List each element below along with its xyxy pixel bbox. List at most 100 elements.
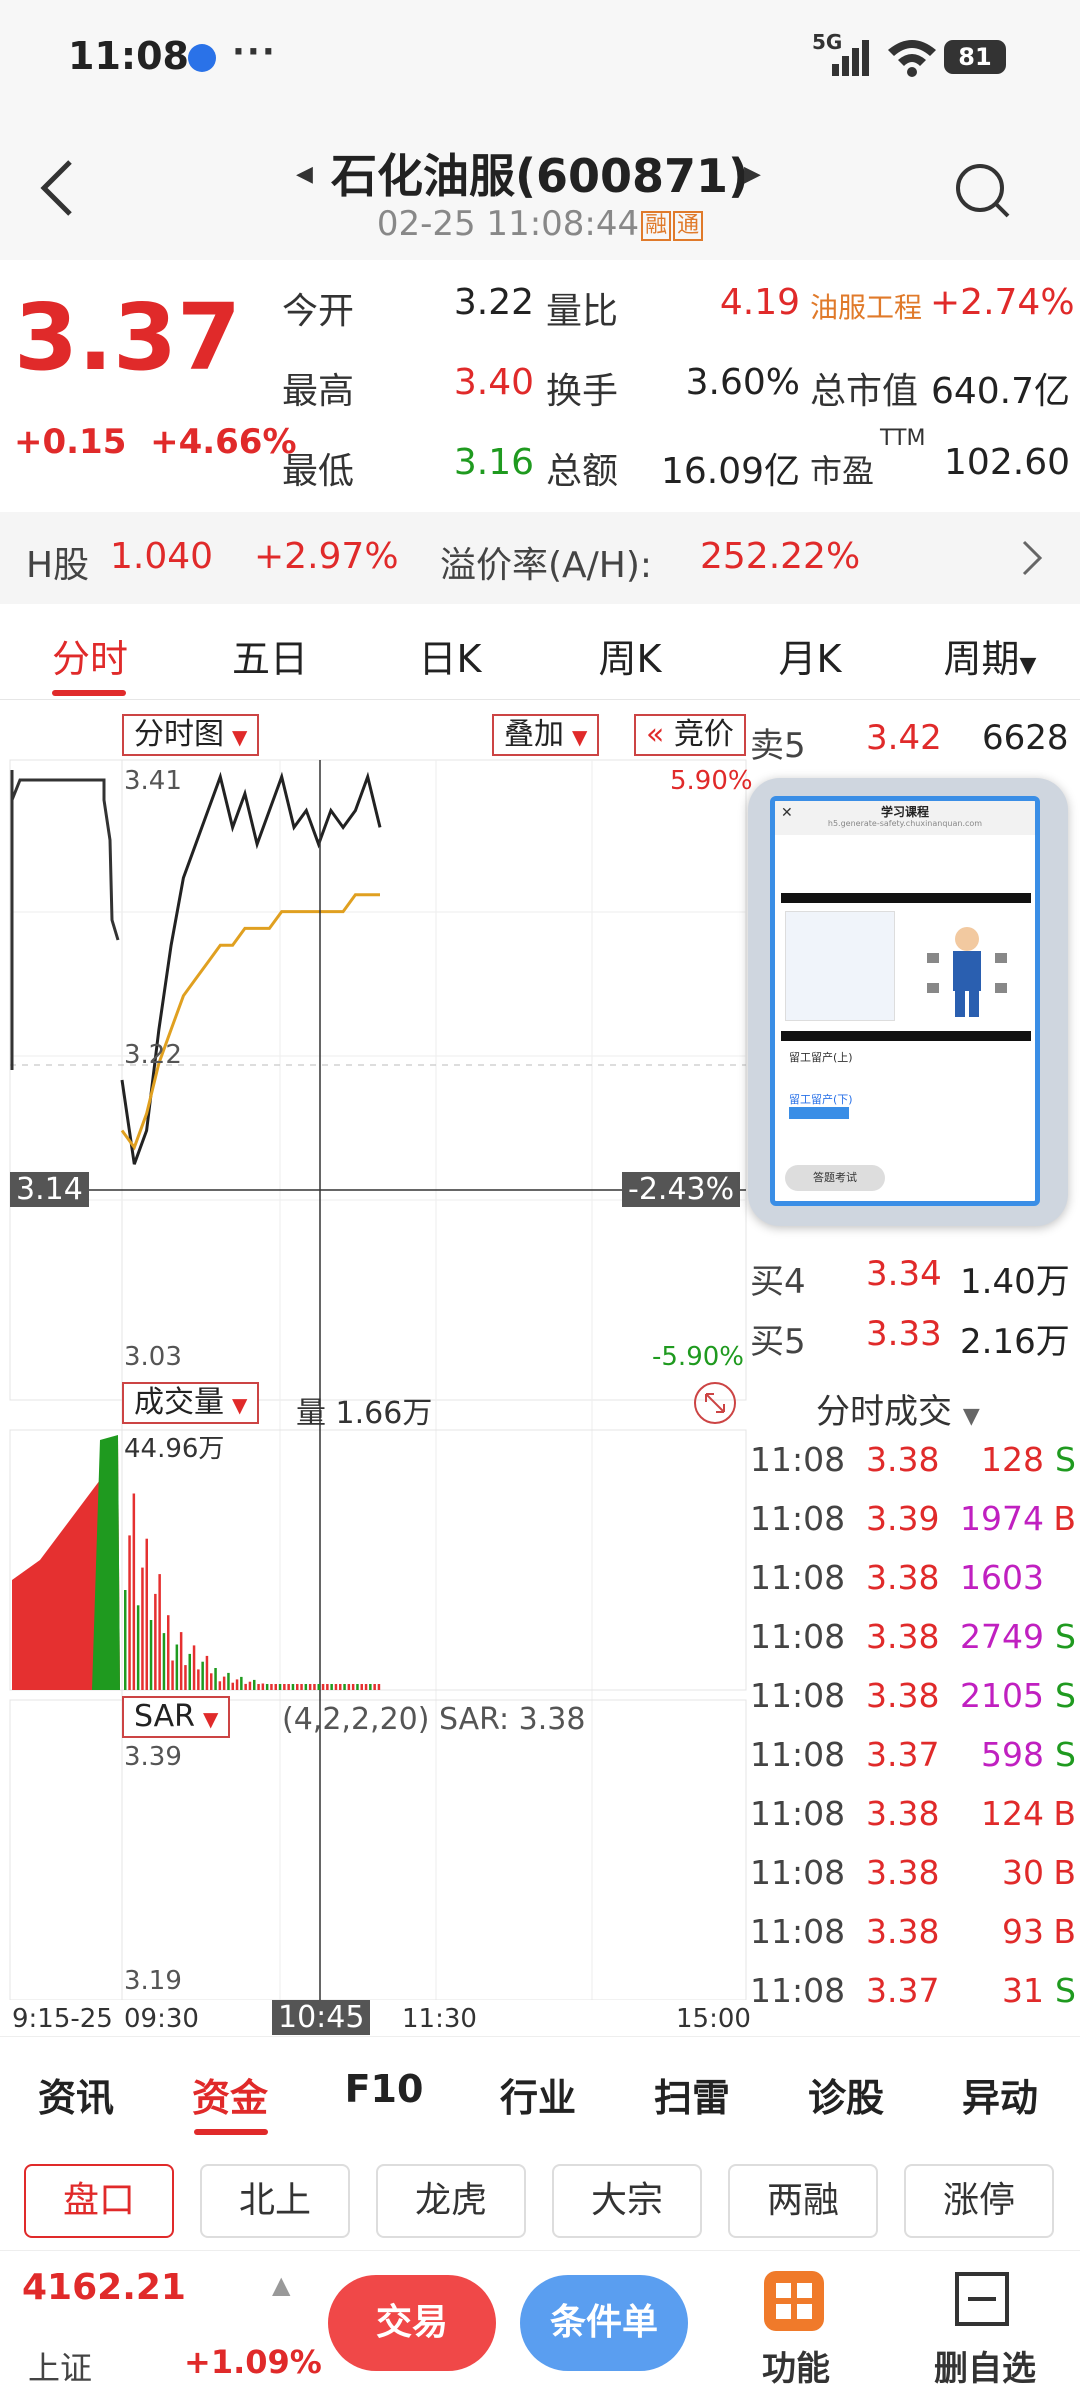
- tab-week-k[interactable]: 周K: [560, 628, 700, 683]
- tab-5day[interactable]: 五日: [200, 628, 340, 683]
- pill-limit-up[interactable]: 涨停: [904, 2164, 1054, 2238]
- tab-day-k[interactable]: 日K: [380, 628, 520, 683]
- worker-illustration: [907, 913, 1027, 1023]
- pill-margin[interactable]: 两融: [728, 2164, 878, 2238]
- status-bar: 11:08 ··· 5G 81: [0, 0, 1080, 110]
- trade-side: B: [1053, 1499, 1076, 1538]
- volume-bar: [360, 1684, 363, 1690]
- trade-button[interactable]: 交易: [328, 2275, 496, 2371]
- tab-industry[interactable]: 行业: [478, 2067, 598, 2122]
- function-label[interactable]: 功能: [748, 2341, 844, 2390]
- tab-period[interactable]: 周期▼: [920, 628, 1060, 683]
- volume-bar: [214, 1668, 217, 1690]
- time-label-auction: 9:15-25: [12, 2004, 113, 2034]
- trade-time: 11:08: [750, 1853, 846, 1892]
- trades-header[interactable]: 分时成交 ▼: [816, 1384, 980, 1433]
- floating-window-content[interactable]: ✕ 学习课程 h5.generate-safety.chuxinanquan.c…: [770, 796, 1040, 1206]
- pill-northbound[interactable]: 北上: [200, 2164, 350, 2238]
- stock-title: 石化油服(600871): [330, 149, 750, 203]
- label-pe: 市盈: [810, 452, 875, 490]
- volume-bar: [154, 1593, 157, 1690]
- trade-time: 11:08: [750, 1558, 846, 1597]
- trades-header-label: 分时成交: [816, 1392, 952, 1432]
- volume-bar: [339, 1684, 342, 1690]
- trade-time: 11:08: [750, 1971, 846, 2010]
- mini-item-1[interactable]: 留工留产(上): [789, 1049, 853, 1065]
- volume-bar: [326, 1684, 329, 1690]
- volume-bar: [296, 1684, 299, 1690]
- volume-bar: [377, 1684, 381, 1690]
- tab-abnormal[interactable]: 异动: [940, 2067, 1060, 2122]
- premium-label: 溢价率(A/H):: [440, 545, 653, 586]
- y-mid-price: 3.22: [124, 1040, 182, 1070]
- intraday-chart[interactable]: 分时图 ▼ 叠加 ▼ « 竞价 3.41 5.90% 3.22 3.03 -5.90…: [0, 700, 753, 2000]
- cursor-price: 3.14: [10, 1172, 89, 1207]
- volume-bar: [356, 1684, 359, 1690]
- index-expand-icon[interactable]: ▲: [272, 2271, 290, 2299]
- sector-name[interactable]: 油服工程: [810, 286, 922, 326]
- tab-risk-scan[interactable]: 扫雷: [632, 2067, 752, 2122]
- remove-watchlist-label[interactable]: 删自选: [920, 2341, 1050, 2390]
- volume-bar: [373, 1684, 376, 1690]
- quote-panel: 3.37 +0.15 +4.66% 今开 3.22 量比 4.19 油服工程 +…: [0, 260, 1080, 510]
- mini-item-2[interactable]: 留工留产(下): [789, 1091, 853, 1107]
- more-notifications-icon: ···: [232, 32, 277, 72]
- tab-intraday[interactable]: 分时: [20, 628, 160, 683]
- trade-side: B: [1053, 1853, 1076, 1892]
- cursor-pct: -2.43%: [622, 1172, 741, 1207]
- trades-list: 11:08 3.38 128 S 11:08 3.39 1974 B 11:08 3.38 1603…: [750, 1440, 1080, 2020]
- trade-row: 11:08 3.39 1974 B: [750, 1499, 1080, 1555]
- expand-icon[interactable]: [692, 1380, 738, 1426]
- label-turnover: 换手: [546, 371, 619, 412]
- volume-value: 量 1.66万: [296, 1396, 433, 1431]
- indicator-dropdown[interactable]: SAR ▼: [122, 1696, 231, 1738]
- chart-type-dropdown[interactable]: 分时图 ▼: [122, 714, 260, 756]
- index-value[interactable]: 4162.21: [22, 2267, 186, 2308]
- change-pct: +4.66%: [150, 422, 297, 462]
- value-amount: 16.09亿: [660, 451, 800, 492]
- dropdown-icon: ▼: [232, 1393, 248, 1417]
- auction-toggle[interactable]: « 竞价: [634, 714, 746, 756]
- index-pct: +1.09%: [184, 2343, 322, 2381]
- volume-bar: [261, 1683, 265, 1690]
- function-icon[interactable]: [764, 2271, 824, 2331]
- tab-period-label: 周期: [943, 637, 1020, 681]
- mini-exam-button[interactable]: 答题考试: [785, 1165, 885, 1191]
- volume-bar: [205, 1655, 209, 1690]
- volume-bar: [270, 1684, 273, 1690]
- tab-news[interactable]: 资讯: [16, 2067, 136, 2122]
- trade-price: 3.37: [866, 1971, 940, 2010]
- trade-side: S: [1055, 1735, 1076, 1774]
- trade-price: 3.38: [866, 1558, 940, 1597]
- index-name: 上证: [28, 2349, 93, 2387]
- tab-month-k[interactable]: 月K: [740, 628, 880, 683]
- volume-bar: [235, 1679, 239, 1690]
- trade-time: 11:08: [750, 1735, 846, 1774]
- h-share-row[interactable]: H股 1.040 +2.97% 溢价率(A/H): 252.22%: [0, 512, 1080, 604]
- value-turnover: 3.60%: [685, 362, 800, 403]
- pill-dragon-tiger[interactable]: 龙虎: [376, 2164, 526, 2238]
- tab-capital[interactable]: 资金: [170, 2067, 290, 2122]
- label-low: 最低: [282, 451, 355, 492]
- condition-order-button[interactable]: 条件单: [520, 2275, 688, 2371]
- label-volume-ratio: 量比: [546, 291, 619, 332]
- capital-subtabs: 盘口 北上 龙虎 大宗 两融 涨停: [0, 2140, 1080, 2250]
- remove-watchlist-icon[interactable]: [954, 2271, 1010, 2327]
- trade-price: 3.38: [866, 1676, 940, 1715]
- tab-f10[interactable]: F10: [324, 2067, 444, 2111]
- trade-volume: 2749: [960, 1617, 1044, 1656]
- overlay-dropdown[interactable]: 叠加 ▼: [492, 714, 600, 756]
- pill-order-book[interactable]: 盘口: [24, 2164, 174, 2238]
- search-icon[interactable]: [952, 160, 1014, 222]
- next-stock-icon[interactable]: ▶: [744, 162, 761, 187]
- bid5-vol: 2.16万: [960, 1322, 1070, 1362]
- sector-pct: +2.74%: [930, 282, 1075, 323]
- floating-video-window[interactable]: ✕ 学习课程 h5.generate-safety.chuxinanquan.c…: [748, 778, 1068, 1226]
- volume-dropdown[interactable]: 成交量 ▼: [122, 1382, 260, 1424]
- pill-block-trade[interactable]: 大宗: [552, 2164, 702, 2238]
- volume-bar: [321, 1684, 325, 1690]
- trade-price: 3.38: [866, 1440, 940, 1479]
- chevron-right-icon: [1022, 540, 1043, 576]
- tab-diagnosis[interactable]: 诊股: [786, 2067, 906, 2122]
- premium-value: 252.22%: [700, 536, 861, 577]
